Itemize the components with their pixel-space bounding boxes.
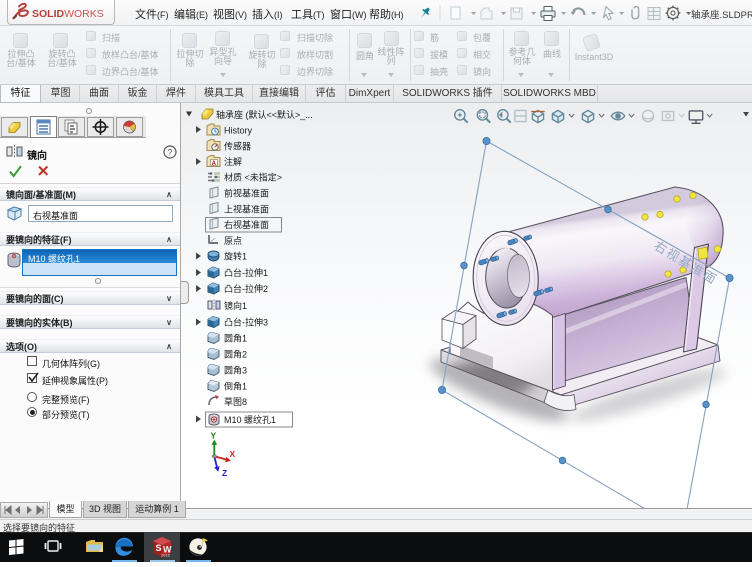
svg-text:倒角1: 倒角1 (224, 381, 247, 392)
svg-text:凸台-拉伸2: 凸台-拉伸2 (224, 283, 268, 294)
svg-text:2016: 2016 (161, 553, 171, 558)
svg-text:圆角2: 圆角2 (224, 349, 247, 360)
svg-text:草图8: 草图8 (224, 396, 247, 407)
svg-text:上视基准面: 上视基准面 (224, 204, 269, 215)
svg-text:前视基准面: 前视基准面 (224, 188, 269, 199)
svg-text:SOLIDWORKS: SOLIDWORKS (32, 8, 104, 20)
svg-text:圆角3: 圆角3 (224, 365, 247, 376)
svg-text:原点: 原点 (224, 236, 242, 246)
svg-text:凸台-拉伸1: 凸台-拉伸1 (224, 267, 268, 278)
svg-text:X: X (230, 449, 236, 459)
svg-text:S: S (156, 543, 162, 553)
svg-text:History: History (224, 126, 253, 136)
svg-text:Y: Y (211, 431, 217, 441)
svg-text:Z: Z (222, 468, 227, 478)
svg-text:轴承座 (默认<<默认>_...: 轴承座 (默认<<默认>_... (216, 109, 313, 120)
svg-text:传感器: 传感器 (224, 141, 251, 152)
svg-text:A: A (212, 161, 217, 167)
svg-text:M10 螺纹孔1: M10 螺纹孔1 (224, 414, 276, 425)
svg-text:材质 <未指定>: 材质 <未指定> (224, 172, 282, 183)
svg-text:镜向1: 镜向1 (224, 300, 247, 311)
svg-text:旋转1: 旋转1 (224, 251, 247, 262)
svg-text:凸台-拉伸3: 凸台-拉伸3 (224, 317, 268, 328)
svg-text:圆角1: 圆角1 (224, 333, 247, 344)
svg-text:右视基准面: 右视基准面 (224, 219, 269, 230)
svg-text:?: ? (167, 147, 172, 157)
svg-text:注解: 注解 (224, 156, 242, 167)
